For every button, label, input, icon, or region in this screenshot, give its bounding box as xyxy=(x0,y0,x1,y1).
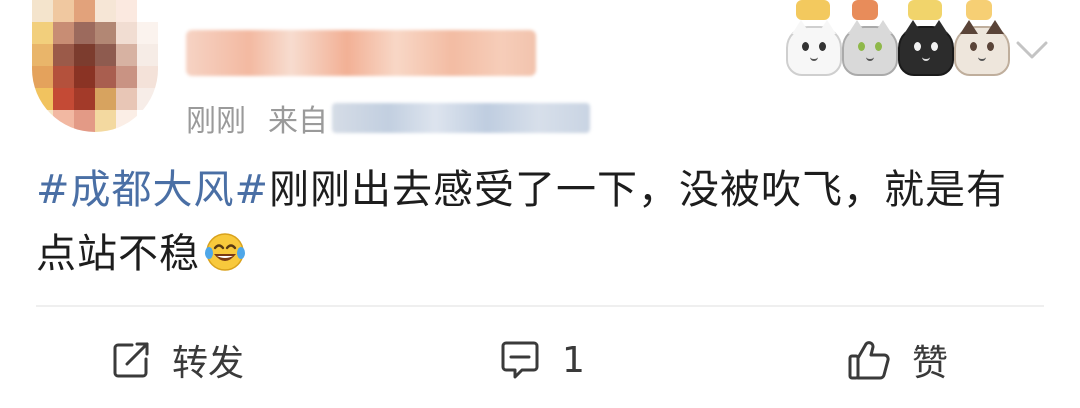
snack-sticker xyxy=(966,0,992,20)
snack-sticker xyxy=(796,0,830,20)
post-meta: 刚刚 来自 xyxy=(186,96,590,140)
like-label: 赞 xyxy=(912,343,949,384)
thumbs-up-icon xyxy=(848,341,890,380)
post-source-prefix: 来自 xyxy=(268,104,328,139)
like-button[interactable]: 赞 xyxy=(846,320,948,400)
sticker-decoration xyxy=(782,0,1012,76)
comment-icon xyxy=(501,341,539,379)
black-cat-sticker xyxy=(898,20,954,76)
author-name[interactable] xyxy=(186,30,536,76)
action-bar: 转发 1 赞 xyxy=(0,320,1080,400)
share-button[interactable]: 转发 xyxy=(110,320,244,400)
siamese-cat-sticker xyxy=(954,20,1010,76)
comment-count: 1 xyxy=(562,339,585,381)
grey-cat-sticker xyxy=(842,20,898,76)
divider xyxy=(36,305,1044,307)
post-source[interactable] xyxy=(332,103,590,133)
share-label: 转发 xyxy=(172,343,245,384)
chevron-down-icon[interactable] xyxy=(1012,30,1052,70)
snack-sticker xyxy=(908,0,942,20)
post-content: #成都大风#刚刚出去感受了一下，没被吹飞，就是有点站不稳 xyxy=(36,158,1046,286)
hashtag-link[interactable]: #成都大风# xyxy=(36,167,269,213)
laughing-tears-emoji xyxy=(204,228,246,271)
snack-sticker xyxy=(852,0,878,20)
comment-button[interactable]: 1 xyxy=(498,320,585,400)
avatar[interactable] xyxy=(32,0,158,132)
post-time: 刚刚 xyxy=(186,104,246,139)
white-cat-sticker xyxy=(786,20,842,76)
share-icon xyxy=(113,342,149,378)
